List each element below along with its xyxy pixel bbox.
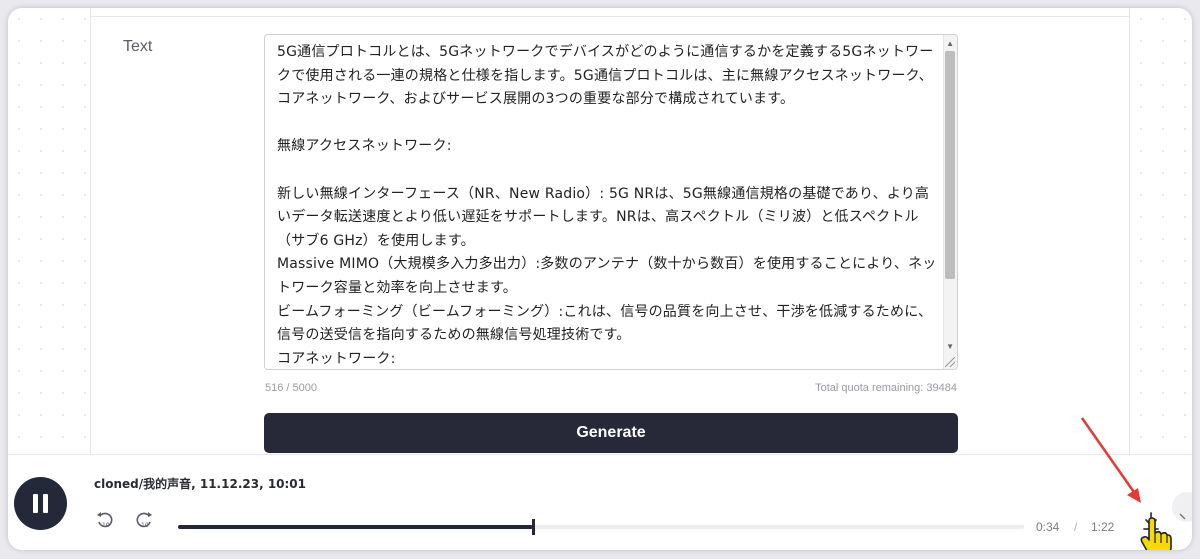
pause-button[interactable] [14,477,67,530]
chevron-down-icon[interactable] [1178,511,1190,523]
hand-pointer-icon [1140,517,1172,550]
form-card: Text 5G通信プロトコルとは、5Gネットワークでデバイスがどのように通信する… [90,8,1130,476]
progress-slider[interactable] [178,519,1024,535]
progress-fill [178,525,534,529]
app-window: Text 5G通信プロトコルとは、5Gネットワークでデバイスがどのように通信する… [8,8,1192,550]
character-count: 516 / 5000 [265,382,317,394]
scroll-up-icon[interactable]: ▲ [946,39,954,48]
textarea-scrollbar[interactable]: ▲ ▼ [943,35,957,369]
pause-icon-bar [43,494,48,513]
text-input[interactable]: 5G通信プロトコルとは、5Gネットワークでデバイスがどのように通信するかを定義す… [264,34,958,370]
current-time: 0:34 [1036,520,1060,534]
rewind-seconds-label: 10 [102,522,110,529]
text-field-label: Text [123,38,153,55]
quota-remaining: Total quota remaining: 39484 [815,382,957,394]
card-divider [91,16,1129,17]
scrollbar-thumb[interactable] [945,51,955,279]
pause-icon [33,494,38,513]
forward-seconds-label: 10 [141,522,149,529]
time-separator: / [1074,520,1078,534]
total-time: 1:22 [1091,520,1115,534]
generate-button[interactable]: Generate [264,413,958,453]
track-title: cloned/我的声音, 11.12.23, 10:01 [94,477,307,491]
forward-10-icon[interactable]: 10 [134,511,154,529]
rewind-10-icon[interactable]: 10 [95,511,115,529]
audio-player: cloned/我的声音, 11.12.23, 10:01 10 10 0:34 … [8,454,1192,550]
text-input-content[interactable]: 5G通信プロトコルとは、5Gネットワークでデバイスがどのように通信するかを定義す… [277,41,937,369]
resize-grip-icon[interactable] [945,357,955,367]
progress-handle[interactable] [532,519,536,535]
scroll-down-icon[interactable]: ▼ [946,342,954,351]
